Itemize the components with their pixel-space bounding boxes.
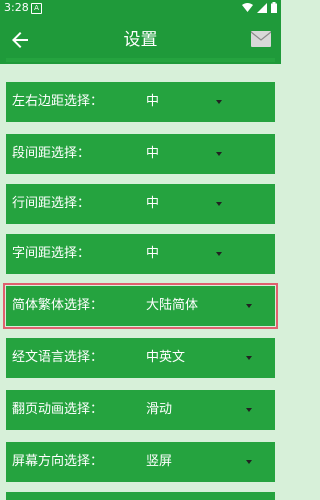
dropdown-arrow-icon[interactable]	[216, 152, 222, 156]
setting-script-variant[interactable]: 简体繁体选择： 大陆简体	[3, 283, 278, 329]
dropdown-arrow-icon[interactable]	[246, 460, 252, 464]
setting-label: 字间距选择：	[12, 246, 91, 261]
setting-page-animation[interactable]: 翻页动画选择： 滑动	[6, 390, 275, 430]
setting-value[interactable]: 中	[146, 146, 159, 162]
app-bar: 设置	[0, 16, 281, 64]
setting-value[interactable]: 中	[146, 94, 159, 110]
setting-value[interactable]: 竖屏	[146, 454, 172, 470]
status-icons	[242, 2, 277, 13]
dropdown-arrow-icon[interactable]	[246, 356, 252, 360]
setting-label: 段间距选择：	[12, 146, 91, 161]
page-title: 设置	[123, 30, 158, 50]
status-bar: 3:28 A	[0, 0, 281, 16]
setting-label: 翻页动画选择：	[12, 402, 104, 417]
setting-scripture-language[interactable]: 经文语言选择： 中英文	[6, 338, 275, 378]
setting-label: 行间距选择：	[12, 196, 91, 211]
setting-line-spacing[interactable]: 行间距选择： 中	[6, 184, 275, 224]
setting-value[interactable]: 中	[146, 196, 159, 212]
setting-value[interactable]: 滑动	[146, 402, 172, 418]
setting-value[interactable]: 中英文	[146, 350, 185, 366]
setting-label: 屏幕方向选择：	[12, 454, 104, 469]
setting-value[interactable]: 大陆简体	[146, 298, 198, 314]
dropdown-arrow-icon[interactable]	[246, 304, 252, 308]
setting-label: 简体繁体选择：	[12, 298, 104, 313]
status-time: 3:28	[4, 1, 29, 14]
wifi-icon	[242, 3, 253, 12]
mail-icon[interactable]	[251, 31, 271, 47]
setting-screen-orientation[interactable]: 屏幕方向选择： 竖屏	[6, 442, 275, 482]
notification-icon: A	[31, 3, 42, 14]
setting-label: 左右边距选择：	[12, 94, 104, 109]
setting-letter-spacing[interactable]: 字间距选择： 中	[6, 234, 275, 274]
list-item-partial	[6, 58, 275, 62]
setting-paragraph-spacing[interactable]: 段间距选择： 中	[6, 134, 275, 174]
dropdown-arrow-icon[interactable]	[216, 100, 222, 104]
dropdown-arrow-icon[interactable]	[246, 408, 252, 412]
list-item-partial	[6, 492, 275, 500]
setting-label: 经文语言选择：	[12, 350, 104, 365]
battery-icon	[271, 2, 277, 13]
setting-margin-lr[interactable]: 左右边距选择： 中	[6, 82, 275, 122]
dropdown-arrow-icon[interactable]	[216, 252, 222, 256]
signal-icon	[257, 2, 267, 13]
setting-value[interactable]: 中	[146, 246, 159, 262]
dropdown-arrow-icon[interactable]	[216, 202, 222, 206]
